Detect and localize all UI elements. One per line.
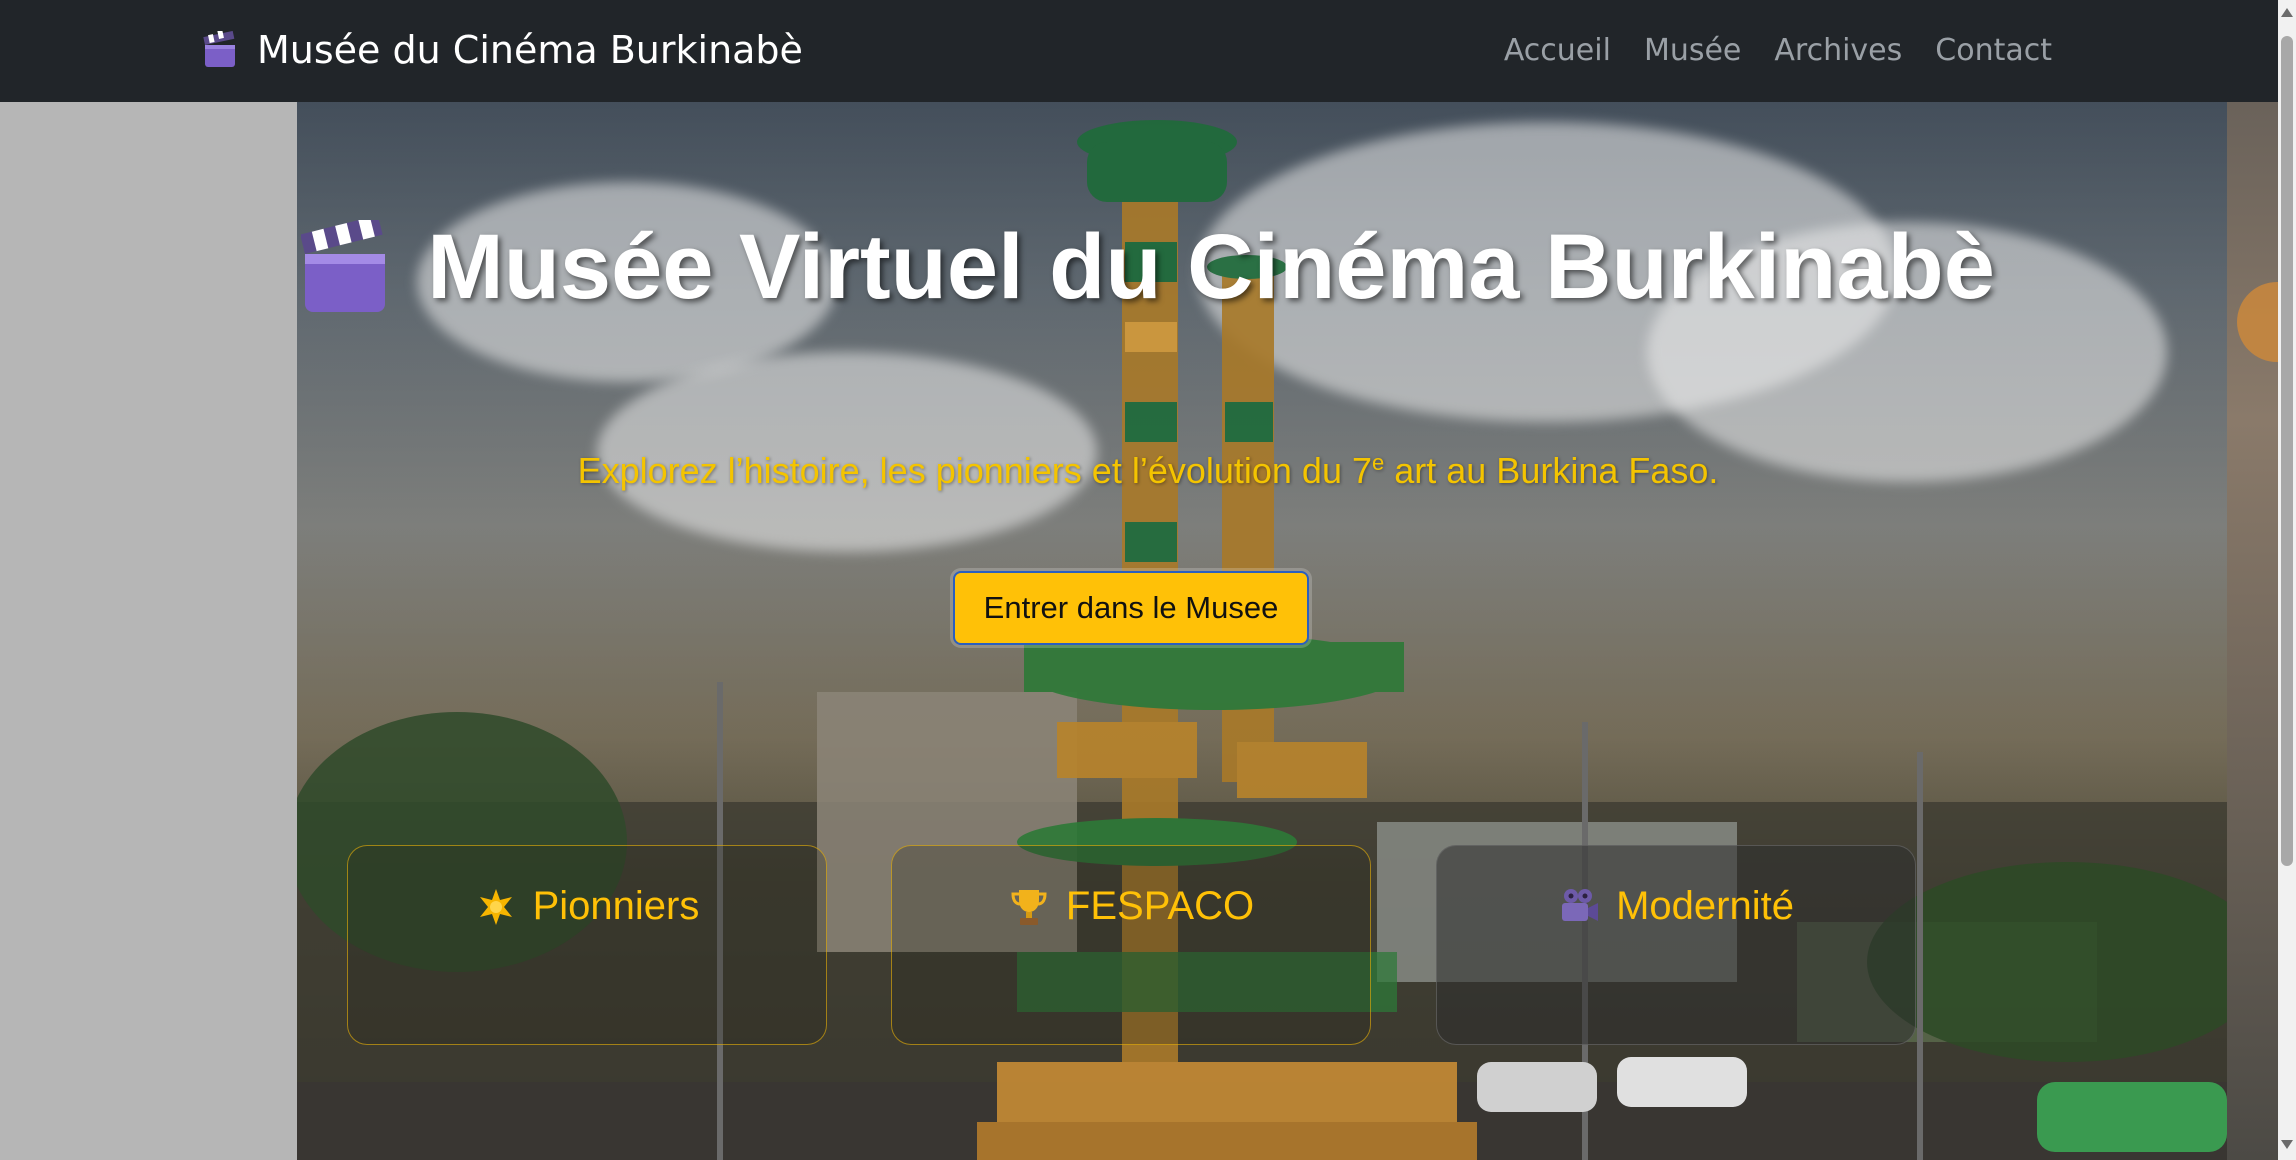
scroll-down-arrow-icon[interactable] (2281, 1140, 2293, 1149)
video-camera-icon (1562, 888, 1599, 921)
hero-subtitle-text-1: Explorez l’histoire, les pionniers et l’… (577, 450, 1372, 491)
hero-subtitle-sup: e (1372, 450, 1385, 475)
star-icon (479, 888, 512, 925)
scroll-up-arrow-icon[interactable] (2281, 8, 2293, 17)
card-fespaco[interactable]: FESPACO (891, 845, 1371, 1045)
trophy-icon (1011, 889, 1047, 925)
nav-link-archives[interactable]: Archives (1774, 33, 1902, 68)
card-pionniers[interactable]: Pionniers (347, 845, 827, 1045)
clapperboard-icon (203, 31, 235, 67)
nav-link-contact[interactable]: Contact (1935, 33, 2052, 68)
scroll-thumb[interactable] (2281, 36, 2293, 866)
hero-subtitle: Explorez l’histoire, les pionniers et l’… (0, 450, 2296, 492)
nav-links: Accueil Musée Archives Contact (1504, 22, 2052, 78)
enter-museum-button[interactable]: Entrer dans le Musee (953, 571, 1309, 645)
page-scrollbar[interactable] (2278, 0, 2296, 1160)
hero-title-text: Musée Virtuel du Cinéma Burkinabè (427, 216, 1995, 318)
hero-title: Musée Virtuel du Cinéma Burkinabè (0, 215, 2296, 320)
top-navbar: Musée du Cinéma Burkinabè Accueil Musée … (0, 0, 2278, 102)
hero-subtitle-text-2: art au Burkina Faso. (1384, 450, 1719, 491)
card-fespaco-label: FESPACO (1065, 884, 1255, 928)
card-modernite-label: Modernité (1616, 884, 1794, 928)
card-modernite-content: Modernité (1437, 884, 1915, 929)
nav-link-musee[interactable]: Musée (1644, 33, 1741, 68)
nav-link-accueil[interactable]: Accueil (1504, 33, 1611, 68)
card-pionniers-content: Pionniers (348, 884, 826, 929)
brand-label: Musée du Cinéma Burkinabè (257, 28, 803, 72)
brand-link[interactable]: Musée du Cinéma Burkinabè (203, 22, 803, 78)
card-modernite[interactable]: Modernité (1436, 845, 1916, 1045)
card-pionniers-label: Pionniers (532, 884, 700, 928)
card-fespaco-content: FESPACO (892, 884, 1370, 929)
clapperboard-icon (301, 219, 386, 312)
